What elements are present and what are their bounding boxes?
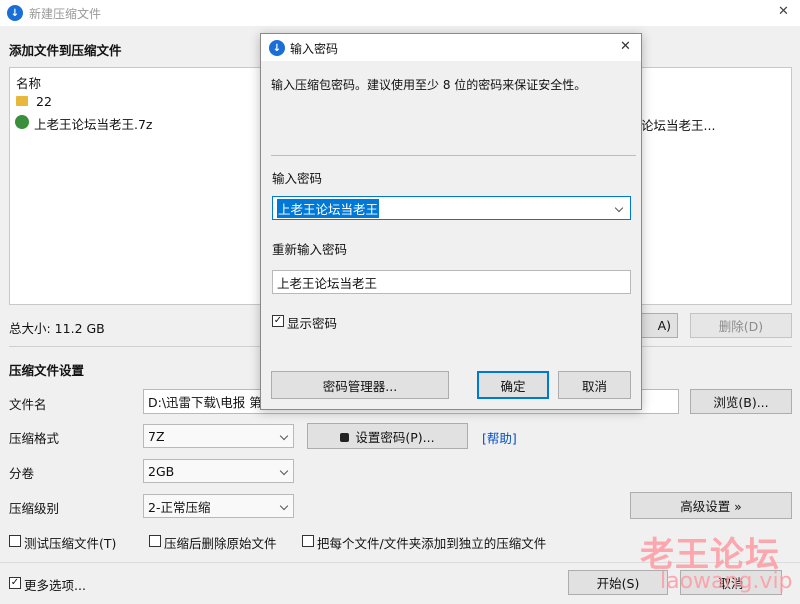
checkbox-box: ✓: [272, 315, 284, 327]
chevron-down-icon: [279, 501, 289, 511]
more-options-checkbox[interactable]: ✓ 更多选项...: [9, 575, 109, 593]
checkbox-label: 显示密码: [287, 316, 338, 331]
advanced-settings-button[interactable]: 高级设置 »: [630, 492, 792, 519]
watermark-url: laowang.vip: [660, 569, 793, 594]
settings-heading: 压缩文件设置: [9, 363, 85, 378]
window-titlebar: ↓ 新建压缩文件 ✕: [0, 0, 800, 26]
help-link[interactable]: [帮助]: [482, 428, 517, 447]
total-size: 总大小: 11.2 GB: [9, 321, 105, 336]
browse-button[interactable]: 浏览(B)...: [690, 389, 792, 414]
delete-button[interactable]: 删除(D): [690, 313, 792, 338]
add-files-heading: 添加文件到压缩文件: [9, 43, 122, 58]
7z-archive-icon: [15, 115, 29, 129]
password-dialog: ↓ 输入密码 ✕ 输入压缩包密码。建议使用至少 8 位的密码来保证安全性。 输入…: [260, 33, 642, 410]
checkbox-box: [302, 535, 314, 547]
checkbox-label: 把每个文件/文件夹添加到独立的压缩文件: [317, 536, 547, 551]
chevron-down-icon: [279, 466, 289, 476]
list-item-label: 22: [36, 94, 52, 109]
password-manager-button[interactable]: 密码管理器...: [271, 371, 449, 399]
lock-icon: [340, 432, 350, 442]
chevron-down-icon: [279, 431, 289, 441]
level-select[interactable]: 2-正常压缩: [143, 494, 294, 518]
checkbox-box: ✓: [9, 577, 21, 589]
split-label: 分卷: [9, 466, 35, 481]
password-input-value: 上老王论坛当老王: [277, 198, 380, 218]
checkbox-box: [149, 535, 161, 547]
list-item-label: 上老王论坛当老王.7z: [34, 117, 153, 132]
divider: [271, 155, 636, 156]
delete-after-checkbox[interactable]: 压缩后删除原始文件: [149, 533, 289, 551]
window-title: 新建压缩文件: [29, 7, 102, 21]
list-item[interactable]: 22: [15, 94, 215, 112]
level-label: 压缩级别: [9, 501, 60, 516]
checkbox-box: [9, 535, 21, 547]
format-select-value: 7Z: [148, 428, 165, 444]
password-label: 输入密码: [272, 171, 323, 186]
folder-icon: [16, 96, 28, 106]
password-input[interactable]: 上老王论坛当老王: [272, 196, 631, 220]
dialog-titlebar: ↓ 输入密码 ✕: [261, 34, 641, 61]
list-item[interactable]: 上老王论坛当老王.7z: [15, 114, 255, 132]
set-password-button[interactable]: 设置密码(P)...: [307, 423, 468, 449]
chevron-down-icon[interactable]: [614, 203, 624, 213]
list-item-truncated: 论坛当老王...: [641, 118, 716, 133]
app-logo-icon: ↓: [269, 40, 285, 56]
split-select-value: 2GB: [148, 463, 175, 479]
dialog-close-icon[interactable]: ✕: [620, 39, 631, 54]
reenter-password-label: 重新输入密码: [272, 242, 348, 257]
format-select[interactable]: 7Z: [143, 424, 294, 448]
level-select-value: 2-正常压缩: [148, 499, 211, 515]
ok-button[interactable]: 确定: [477, 371, 549, 399]
test-archive-checkbox[interactable]: 测试压缩文件(T): [9, 533, 139, 551]
app-logo-icon: ↓: [7, 5, 23, 21]
show-password-checkbox[interactable]: ✓ 显示密码: [272, 313, 372, 331]
dialog-description: 输入压缩包密码。建议使用至少 8 位的密码来保证安全性。: [271, 78, 587, 92]
dialog-title: 输入密码: [290, 42, 339, 56]
reenter-password-input[interactable]: 上老王论坛当老王: [272, 270, 631, 294]
separate-archives-checkbox[interactable]: 把每个文件/文件夹添加到独立的压缩文件: [302, 533, 562, 551]
checkbox-label: 更多选项...: [24, 578, 86, 593]
checkbox-label: 压缩后删除原始文件: [164, 536, 277, 551]
format-label: 压缩格式: [9, 431, 60, 446]
split-select[interactable]: 2GB: [143, 459, 294, 483]
set-password-label: 设置密码(P)...: [355, 429, 435, 445]
checkbox-label: 测试压缩文件(T): [24, 536, 117, 551]
filename-label: 文件名: [9, 397, 47, 412]
dialog-cancel-button[interactable]: 取消: [558, 371, 631, 399]
file-list-header-name[interactable]: 名称: [16, 73, 41, 92]
window-close-icon[interactable]: ✕: [778, 4, 789, 19]
